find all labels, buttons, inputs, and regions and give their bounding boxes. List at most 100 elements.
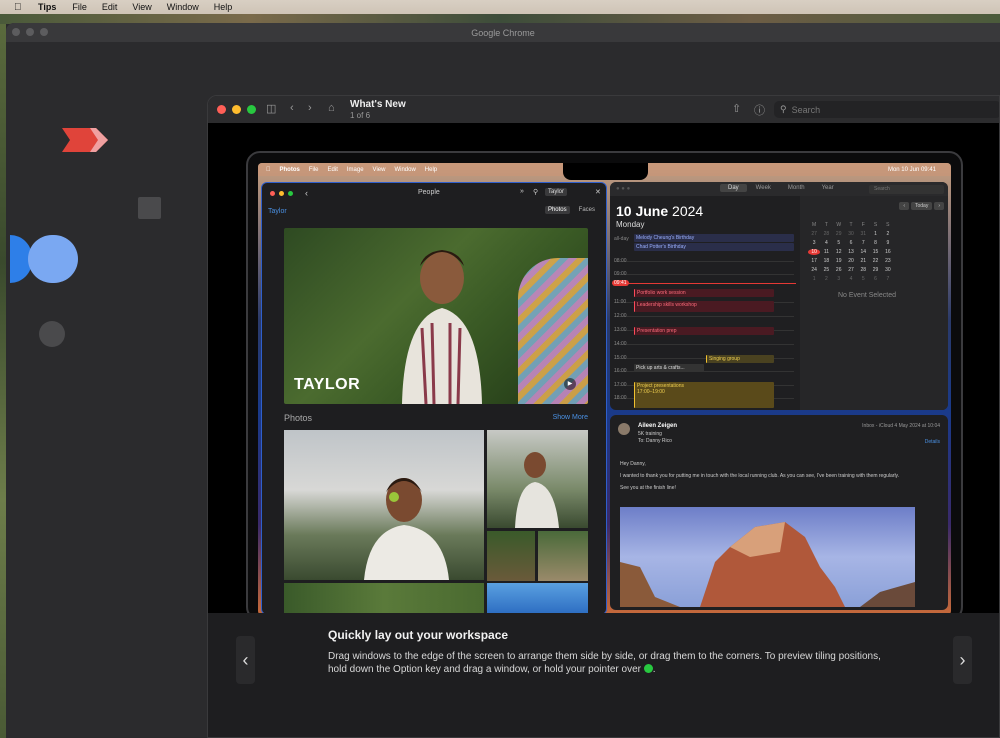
calendar-window: ● ● ● Day Week Month Year Search 10 June… (610, 182, 948, 410)
photos-zoom-dot (288, 190, 293, 196)
hour-label: 16:00 (614, 368, 627, 374)
mail-subject: 5K training (638, 431, 662, 437)
home-icon[interactable]: ⌂ (328, 102, 335, 114)
sender-avatar (618, 423, 630, 435)
previous-tip-button[interactable]: ‹ (236, 636, 255, 684)
mini-month-day: 13 (848, 249, 854, 255)
menu-view[interactable]: View (132, 2, 151, 12)
mini-month-day: 9 (886, 240, 890, 246)
menu-app-name[interactable]: Tips (38, 2, 56, 12)
seg-photos: Photos (544, 206, 570, 214)
calendar-day-grid: all-day Melody Cheung's Birthday Chad Po… (610, 234, 798, 410)
search-icon: ⚲ (780, 104, 787, 114)
mail-attached-photo (620, 507, 915, 607)
mini-month-day: 6 (849, 240, 853, 246)
event-presentation-prep: Presentation prep (634, 327, 774, 335)
photos-more-icon: » (520, 188, 524, 195)
mini-month-day: 12 (835, 249, 842, 255)
tips-title: What's New (350, 99, 406, 110)
child-with-ball-figure (364, 478, 449, 580)
mini-month-day: 21 (860, 258, 867, 264)
hour-label: 17:00 (614, 382, 627, 388)
tips-title-group: What's New 1 of 6 (350, 99, 406, 120)
photos-section-header: Photos Show More (284, 413, 588, 423)
mini-month-day: 29 (835, 231, 842, 237)
tips-window-controls (217, 105, 256, 114)
seg-faces: Faces (578, 207, 595, 213)
chrome-zoom-button[interactable] (40, 28, 48, 36)
hour-label: 11:00 (614, 299, 627, 305)
sidebar-toggle-icon[interactable]: ◫ (266, 102, 276, 115)
calendar-search: Search (869, 185, 944, 194)
mini-month-day: 6 (874, 276, 877, 282)
mini-month-day: 4 (825, 240, 828, 246)
hero-photo: TAYLOR ▶ (284, 228, 588, 404)
apple-menu-icon[interactable]:  (14, 2, 26, 13)
photos-window: ‹ People » ⚲ Taylor ✕ Taylor Photos Face… (261, 182, 607, 615)
mail-details-link: Details (924, 439, 940, 445)
close-button[interactable] (217, 105, 226, 114)
menu-bar:  Tips File Edit View Window Help (0, 0, 1000, 14)
mini-month-weekday: S (886, 222, 890, 228)
photos-subbar: Taylor Photos Faces (262, 203, 606, 219)
photo-thumbnail (284, 430, 484, 580)
screen-apple-icon:  (266, 167, 271, 173)
gray-circle-shape (39, 321, 65, 347)
green-zoom-button-icon (643, 664, 653, 673)
event-birthday: Melody Cheung's Birthday (634, 234, 794, 242)
calendar-view-segment: Day Week Month Year (720, 184, 842, 192)
hour-label: 15:00 (614, 355, 627, 361)
mini-month-day: 17 (811, 258, 817, 264)
event-leadership: Leadership skills workshop (634, 301, 774, 312)
light-blue-circle-shape (28, 235, 78, 283)
calendar-sidebar: ‹ Today › M T W T F S S 27 28 29 30 31 1 2 3 4 5 6 7 8 9 10 11… (800, 196, 948, 410)
mini-month-day: 2 (886, 231, 890, 237)
photos-minimize-dot (279, 190, 284, 196)
info-icon[interactable]: ⓘ (754, 102, 765, 118)
mini-month-day: 10 (808, 249, 821, 255)
menu-help[interactable]: Help (214, 2, 233, 12)
back-chevron-icon[interactable]: ‹ (290, 102, 294, 114)
chrome-titlebar[interactable]: Google Chrome (6, 23, 1000, 42)
zoom-button[interactable] (247, 105, 256, 114)
menu-file[interactable]: File (72, 2, 87, 12)
now-badge: 09:41 (612, 280, 629, 286)
cal-view-month: Month (787, 185, 805, 191)
mini-month-day: 1 (874, 231, 877, 237)
share-icon[interactable]: ⇧ (732, 102, 741, 115)
mini-month-day: 25 (823, 267, 830, 273)
forward-chevron-icon[interactable]: › (308, 102, 312, 114)
tips-page-counter: 1 of 6 (350, 111, 371, 120)
photos-toolbar: ‹ People » ⚲ Taylor ✕ (262, 183, 606, 203)
mini-month-day: 4 (849, 276, 853, 282)
chrome-minimize-button[interactable] (26, 28, 34, 36)
photos-search-icon: ⚲ (533, 189, 539, 196)
mail-body: Hey Danny, I wanted to thank you for put… (620, 460, 940, 496)
photos-title: People (418, 189, 440, 196)
next-tip-button[interactable]: › (953, 636, 972, 684)
screen-menu-app: Photos (275, 166, 300, 173)
red-arrow-shape (62, 128, 108, 152)
event-project-time: 17:00–19:00 (637, 389, 665, 395)
minimize-button[interactable] (232, 105, 241, 114)
mini-month-weekday: T (849, 222, 853, 228)
next-month-icon: › (934, 202, 944, 210)
screen-menu-item: File (304, 166, 319, 173)
mail-sender: Aileen Zeigen (638, 423, 678, 429)
mini-month-day: 3 (837, 276, 841, 282)
chrome-close-button[interactable] (12, 28, 20, 36)
camera-notch (563, 163, 648, 180)
hour-label: 08:00 (614, 258, 627, 264)
search-field[interactable]: ⚲ Search (774, 101, 999, 118)
tip-body-end: . (652, 664, 656, 675)
search-placeholder: Search (791, 104, 821, 115)
hour-label: 13:00 (614, 327, 627, 333)
rock-formation-image (620, 522, 915, 607)
mini-month: M T W T F S S 27 28 29 30 31 1 2 3 4 5 6 7 8 9 10 11 12 13 14 15 16… (808, 222, 894, 282)
photo-thumbnail (487, 430, 588, 528)
mini-month-day: 18 (823, 258, 830, 264)
no-event-label: No Event Selected (838, 292, 896, 299)
menu-window[interactable]: Window (167, 2, 199, 12)
menu-edit[interactable]: Edit (102, 2, 118, 12)
today-button: Today (910, 202, 933, 210)
